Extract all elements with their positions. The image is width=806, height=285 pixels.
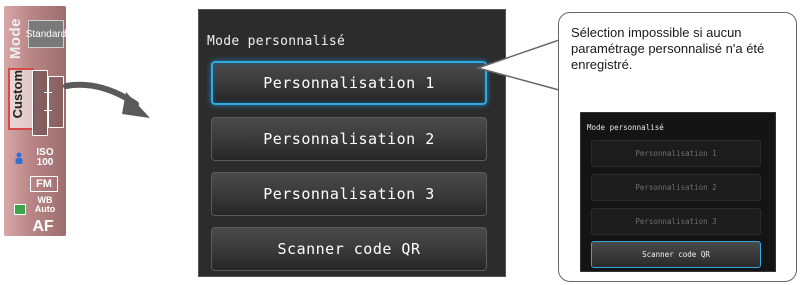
mini-personnalisation-3-button: Personnalisation 3 <box>591 208 761 235</box>
personnalisation-3-button[interactable]: Personnalisation 3 <box>211 172 487 216</box>
camera-mode-strip: Mode Standard Custom ISO 100 FM WB Auto … <box>4 6 66 236</box>
mini-scanner-qr-button[interactable]: Scanner code QR <box>591 241 761 268</box>
panel-tick <box>44 110 52 111</box>
mini-custom-mode-screen: Mode personnalisé Personnalisation 1 Per… <box>580 112 776 272</box>
panel-tick <box>44 92 52 93</box>
fm-indicator: FM <box>30 176 58 192</box>
curved-arrow-icon <box>63 81 150 118</box>
personnalisation-2-button[interactable]: Personnalisation 2 <box>211 117 487 161</box>
info-callout: Sélection impossible si aucun paramétrag… <box>558 12 797 282</box>
wb-indicator: WB Auto <box>30 196 60 214</box>
scanner-qr-button[interactable]: Scanner code QR <box>211 227 487 271</box>
playback-icon <box>14 204 26 215</box>
person-icon <box>15 152 23 164</box>
standard-mode-button[interactable]: Standard <box>26 20 66 48</box>
iso-value: 100 <box>36 157 54 168</box>
af-indicator: AF <box>32 218 54 235</box>
mini-screen-title: Mode personnalisé <box>587 123 664 132</box>
mode-label: Mode <box>7 18 24 60</box>
custom-mode-label: Custom <box>10 70 25 119</box>
iso-indicator: ISO 100 <box>30 148 60 168</box>
custom-settings-panel <box>32 70 48 136</box>
mini-personnalisation-1-button: Personnalisation 1 <box>591 140 761 167</box>
wb-value: Auto <box>34 204 56 214</box>
screen-title: Mode personnalisé <box>207 34 346 49</box>
personnalisation-1-button[interactable]: Personnalisation 1 <box>211 61 487 105</box>
callout-text: Sélection impossible si aucun paramétrag… <box>571 25 765 72</box>
mini-personnalisation-2-button: Personnalisation 2 <box>591 174 761 201</box>
custom-mode-screen: Mode personnalisé Personnalisation 1 Per… <box>198 9 506 277</box>
